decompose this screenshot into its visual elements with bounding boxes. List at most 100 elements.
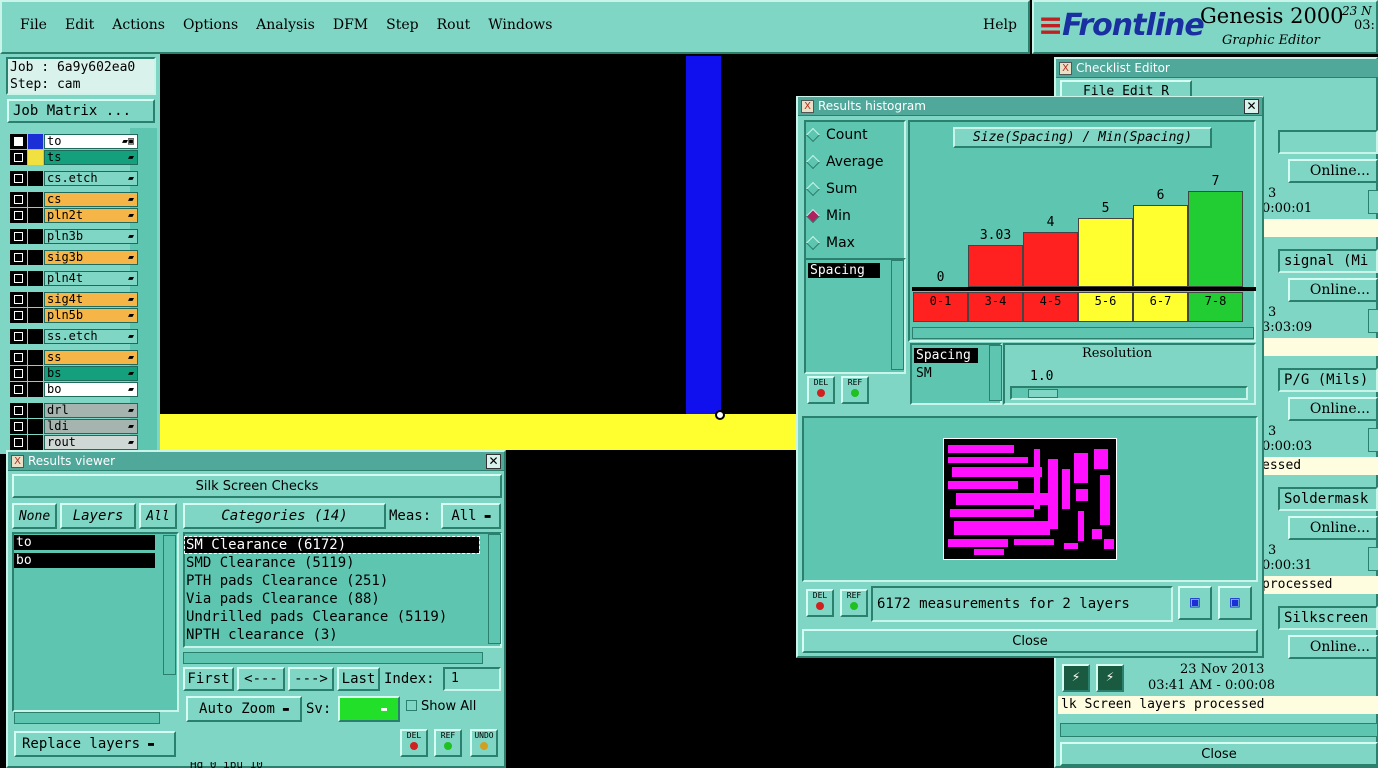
layer-name[interactable]: ldi ▰ [44, 419, 138, 434]
layer-row[interactable]: bs ▰ [10, 366, 138, 381]
checklist-stop-icon[interactable]: ⚡ [1096, 664, 1124, 692]
rv-layer-item[interactable]: bo [14, 553, 155, 568]
last-button[interactable]: Last [337, 667, 380, 691]
category-item[interactable]: NPTH clearance (3) [186, 627, 338, 643]
layer-checkbox[interactable] [10, 271, 27, 286]
resolution-slider[interactable] [1010, 386, 1248, 400]
layer-row[interactable]: pln5b ▰ [10, 308, 138, 323]
zoom-out-icon[interactable]: ▣ [1218, 586, 1252, 620]
checklist-item-icon[interactable] [1368, 309, 1378, 333]
layer-checkbox[interactable] [10, 329, 27, 344]
layer-row[interactable]: pln3b ▰ [10, 229, 138, 244]
chart-hscroll[interactable] [912, 327, 1254, 339]
rv-all-button[interactable]: All [139, 503, 177, 529]
rv-layer-scrollbar[interactable] [163, 535, 176, 675]
layer-row[interactable]: sig4t ▰ [10, 292, 138, 307]
menu-windows[interactable]: Windows [488, 17, 552, 33]
layer-name[interactable]: pln3b ▰ [44, 229, 138, 244]
layer-name[interactable]: drl ▰ [44, 403, 138, 418]
layer-name[interactable]: bs ▰ [44, 366, 138, 381]
job-matrix-button[interactable]: Job Matrix ... [7, 99, 155, 123]
layer-name[interactable]: ss ▰ [44, 350, 138, 365]
prev-button[interactable]: <--- [237, 667, 285, 691]
rv-category-scrollbar[interactable] [488, 534, 501, 644]
layer-checkbox[interactable] [10, 192, 27, 207]
layer-checkbox[interactable] [10, 250, 27, 265]
layer-checkbox[interactable] [10, 292, 27, 307]
rv-ref-icon[interactable]: REF [434, 729, 462, 757]
checklist-item-icon[interactable] [1368, 190, 1378, 214]
online-button[interactable]: Online... [1288, 278, 1378, 302]
histogram-list-scrollbar[interactable] [891, 260, 904, 370]
rv-layer-hscroll[interactable] [14, 712, 160, 724]
close-icon[interactable]: ✕ [1244, 99, 1259, 114]
menu-help[interactable]: Help [983, 17, 1017, 33]
menu-edit[interactable]: Edit [65, 17, 94, 33]
next-button[interactable]: ---> [288, 667, 334, 691]
category-item[interactable]: SM Clearance (6172) [184, 536, 480, 554]
layer-checkbox[interactable] [10, 435, 27, 450]
zoom-in-icon[interactable]: ▣ [1178, 586, 1212, 620]
list2-item[interactable]: SM [914, 366, 932, 381]
layer-name[interactable]: to ▰▣ [44, 134, 138, 149]
layer-name[interactable]: pln2t ▰ [44, 208, 138, 223]
bin-label[interactable]: 7-8 [1188, 292, 1243, 322]
layer-checkbox[interactable] [10, 382, 27, 397]
bin-label[interactable]: 6-7 [1133, 292, 1188, 322]
layer-row[interactable]: ldi ▰ [10, 419, 138, 434]
window-menu-icon[interactable]: X [11, 455, 24, 468]
layer-name[interactable]: cs ▰ [44, 192, 138, 207]
layer-checkbox[interactable] [10, 171, 27, 186]
histogram-bar[interactable] [1023, 232, 1078, 287]
layer-row[interactable]: pln4t ▰ [10, 271, 138, 286]
hist-ref-icon[interactable]: REF [841, 376, 869, 404]
layer-row[interactable]: rout ▰ [10, 435, 138, 450]
checklist-item-name[interactable]: Soldermask [1278, 487, 1378, 511]
rv-category-hscroll[interactable] [183, 652, 483, 664]
window-menu-icon[interactable]: X [801, 100, 814, 113]
histogram-bar[interactable] [1078, 218, 1133, 287]
layer-checkbox[interactable] [10, 350, 27, 365]
checklist-item-name[interactable]: P/G (Mils) [1278, 368, 1378, 392]
rv-layer-item[interactable]: to [14, 535, 155, 550]
checklist-item-name[interactable]: Silkscreen [1278, 606, 1378, 630]
layer-row[interactable]: drl ▰ [10, 403, 138, 418]
show-all-checkbox[interactable]: Show All [406, 699, 476, 714]
layer-row[interactable]: ss ▰ [10, 350, 138, 365]
checklist-run-icon[interactable]: ⚡ [1062, 664, 1090, 692]
histogram-bar[interactable] [1188, 191, 1243, 287]
index-input[interactable]: 1 [443, 667, 501, 691]
category-item[interactable]: PTH pads Clearance (251) [186, 573, 388, 589]
list2-scrollbar[interactable] [989, 345, 1002, 401]
histogram-bar[interactable] [1133, 205, 1188, 287]
bin-label[interactable]: 4-5 [1023, 292, 1078, 322]
layer-row[interactable]: ts ▰ [10, 150, 138, 165]
preview-ref-icon[interactable]: REF [840, 589, 868, 617]
checklist-close-button[interactable]: Close [1060, 742, 1378, 766]
checklist-item-name[interactable]: signal (Mi [1278, 249, 1378, 273]
mode-radio-count[interactable]: Count [805, 127, 868, 143]
layer-row[interactable]: sig3b ▰ [10, 250, 138, 265]
menu-dfm[interactable]: DFM [333, 17, 368, 33]
menu-rout[interactable]: Rout [437, 17, 471, 33]
histogram-bar[interactable] [968, 245, 1023, 287]
category-item[interactable]: SMD Clearance (5119) [186, 555, 355, 571]
menu-options[interactable]: Options [183, 17, 238, 33]
layer-row[interactable]: to ▰▣ [10, 134, 138, 149]
layer-name[interactable]: sig4t ▰ [44, 292, 138, 307]
menu-actions[interactable]: Actions [112, 17, 165, 33]
bin-label[interactable]: 3-4 [968, 292, 1023, 322]
layer-row[interactable]: cs.etch ▰ [10, 171, 138, 186]
layer-name[interactable]: ss.etch ▰ [44, 329, 138, 344]
menu-file[interactable]: File [20, 17, 47, 33]
hist-del-icon[interactable]: DEL [807, 376, 835, 404]
layer-checkbox[interactable] [10, 419, 27, 434]
layer-name[interactable]: pln5b ▰ [44, 308, 138, 323]
auto-zoom-select[interactable]: Auto Zoom ▬ [186, 696, 302, 722]
online-button[interactable]: Online... [1288, 397, 1378, 421]
mode-radio-min[interactable]: Min [805, 208, 851, 224]
list2-item-selected[interactable]: Spacing [914, 348, 978, 363]
rv-undo-icon[interactable]: UNDO [470, 729, 498, 757]
layer-row[interactable]: pln2t ▰ [10, 208, 138, 223]
layer-name[interactable]: rout ▰ [44, 435, 138, 450]
